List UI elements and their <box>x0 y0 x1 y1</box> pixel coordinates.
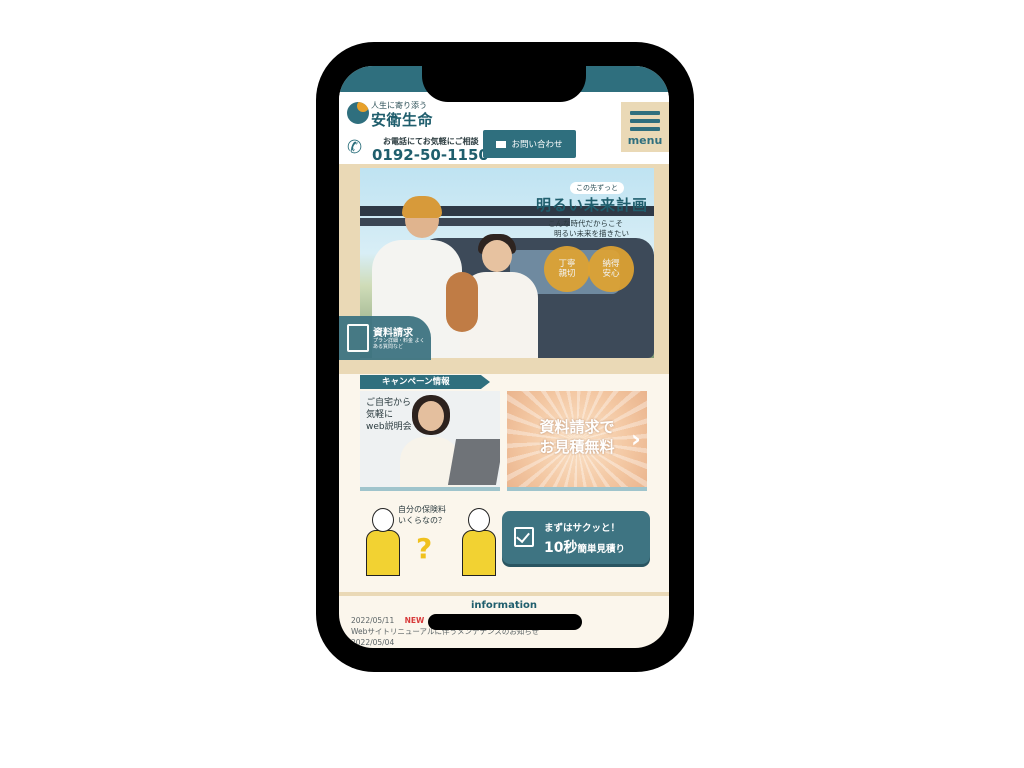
document-request-tab[interactable]: 資料請求 プラン詳細・料金 よくある質問など <box>339 316 431 360</box>
document-request-note: プラン詳細・料金 よくある質問など <box>373 338 425 350</box>
home-indicator <box>428 614 582 630</box>
card-underline <box>360 487 500 491</box>
card-underline <box>507 487 647 491</box>
logo-icon[interactable] <box>347 102 369 124</box>
woman-body <box>462 530 496 576</box>
woman-head <box>418 401 444 431</box>
news-item[interactable]: 2022/05/04 <box>351 638 394 647</box>
news-date: 2022/05/04 <box>351 638 395 647</box>
laptop-image <box>447 439 500 485</box>
man-illustration <box>366 508 400 576</box>
woman-head <box>482 240 512 272</box>
tel-number[interactable]: 0192-50-1150 <box>372 146 489 164</box>
badge-kind-label: 丁寧 親切 <box>558 259 576 279</box>
news-date: 2022/05/11 <box>351 616 395 625</box>
man-body <box>366 530 400 576</box>
menu-label: menu <box>627 134 663 147</box>
chevron-right-icon: › <box>631 425 641 453</box>
menu-button[interactable]: menu <box>621 102 669 152</box>
logo-name[interactable]: 安衛生命 <box>371 109 433 130</box>
news-new-badge: NEW <box>404 616 425 625</box>
mail-icon <box>496 140 507 148</box>
quick-estimate-line-1: まずはサクッと！ <box>544 523 621 534</box>
quick-estimate-seconds: 10秒 <box>544 540 578 556</box>
information-title: information <box>470 600 538 611</box>
quick-estimate-label: 簡単見積り <box>577 544 625 555</box>
campaign-card-free-estimate[interactable]: 資料請求で お見積無料 › <box>507 391 647 491</box>
question-mark-icon: ? <box>416 532 433 565</box>
site-header: 人生に寄り添う 安衛生命 ✆ お電話にてお気軽にご相談 0192-50-1150… <box>339 94 669 164</box>
hero-line-2: 明るい未来を描きたい <box>554 229 629 238</box>
estimate-illustration: 自分の保険料 いくらなの？ ? <box>360 498 500 578</box>
menu-bar-icon <box>630 127 660 131</box>
contact-button[interactable]: お問い合わせ <box>483 130 576 158</box>
quick-estimate-button[interactable]: まずはサクッと！ 10秒簡単見積り <box>502 511 650 564</box>
document-icon <box>347 324 369 352</box>
car-roof-rack <box>360 218 570 226</box>
woman-illustration <box>460 508 496 576</box>
campaign-card-text: 資料請求で お見積無料 <box>539 418 615 456</box>
badge-assurance-label: 納得 安心 <box>602 259 620 279</box>
campaign-card-web-seminar[interactable]: ご自宅から 気軽に web説明会 <box>360 391 500 491</box>
document-request-label: 資料請求 <box>373 328 413 339</box>
dog-figure <box>446 272 478 332</box>
menu-bar-icon <box>630 119 660 123</box>
quick-estimate-line-2: 10秒簡単見積り <box>544 537 625 557</box>
menu-bar-icon <box>630 111 660 115</box>
campaign-card-text: ご自宅から 気軽に web説明会 <box>366 398 412 432</box>
phone-notch <box>422 56 586 102</box>
badge-assurance: 納得 安心 <box>588 246 634 292</box>
hero-title: 明るい未来計画 <box>536 196 649 214</box>
badge-kind: 丁寧 親切 <box>544 246 590 292</box>
section-divider <box>339 592 669 596</box>
phone-screen: 人生に寄り添う 安衛生命 ✆ お電話にてお気軽にご相談 0192-50-1150… <box>339 66 669 648</box>
man-hat <box>402 196 442 218</box>
news-item[interactable]: 2022/05/11 NEW <box>351 616 424 625</box>
question-bubble: 自分の保険料 いくらなの？ <box>398 505 446 525</box>
man-head <box>372 508 394 532</box>
hero-subtitle: この先ずっと <box>570 182 624 194</box>
woman-head <box>468 508 490 532</box>
campaign-heading: キャンペーン情報 <box>360 375 490 389</box>
checkbox-icon <box>514 527 534 547</box>
phone-icon: ✆ <box>347 137 363 158</box>
contact-button-label: お問い合わせ <box>511 140 563 150</box>
